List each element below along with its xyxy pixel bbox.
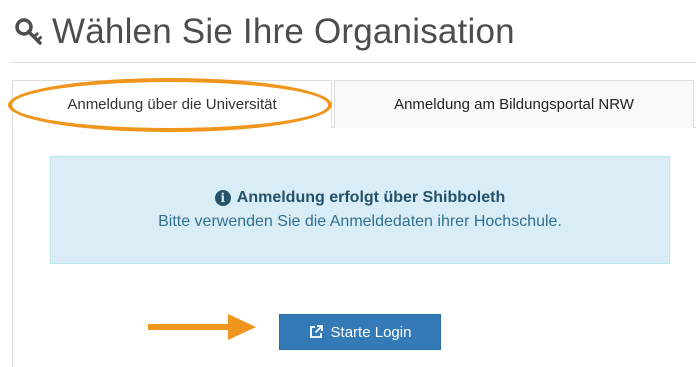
external-link-icon <box>309 325 323 339</box>
page-title: Wählen Sie Ihre Organisation <box>52 12 515 51</box>
tab-bildungsportal-login[interactable]: Anmeldung am Bildungsportal NRW <box>334 80 694 128</box>
login-button-label: Starte Login <box>330 323 412 341</box>
tab-panel-border <box>12 128 13 367</box>
tab-label: Anmeldung über die Universität <box>67 95 277 113</box>
page-header: Wählen Sie Ihre Organisation <box>14 6 515 58</box>
info-alert: i Anmeldung erfolgt über Shibboleth Bitt… <box>50 156 670 264</box>
login-tabs: Anmeldung über die Universität Anmeldung… <box>12 80 696 128</box>
tab-university-login[interactable]: Anmeldung über die Universität <box>12 80 332 128</box>
start-login-button[interactable]: Starte Login <box>279 314 441 350</box>
info-circle-icon: i <box>214 190 231 206</box>
info-text: Bitte verwenden Sie die Anmeldedaten ihr… <box>158 213 562 230</box>
tab-label: Anmeldung am Bildungsportal NRW <box>394 96 634 113</box>
arrow-right-icon <box>148 312 258 347</box>
key-icon <box>14 17 44 47</box>
info-heading-text: Anmeldung erfolgt über Shibboleth <box>236 189 506 206</box>
info-heading: i Anmeldung erfolgt über Shibboleth <box>214 189 506 207</box>
header-divider <box>10 62 696 63</box>
